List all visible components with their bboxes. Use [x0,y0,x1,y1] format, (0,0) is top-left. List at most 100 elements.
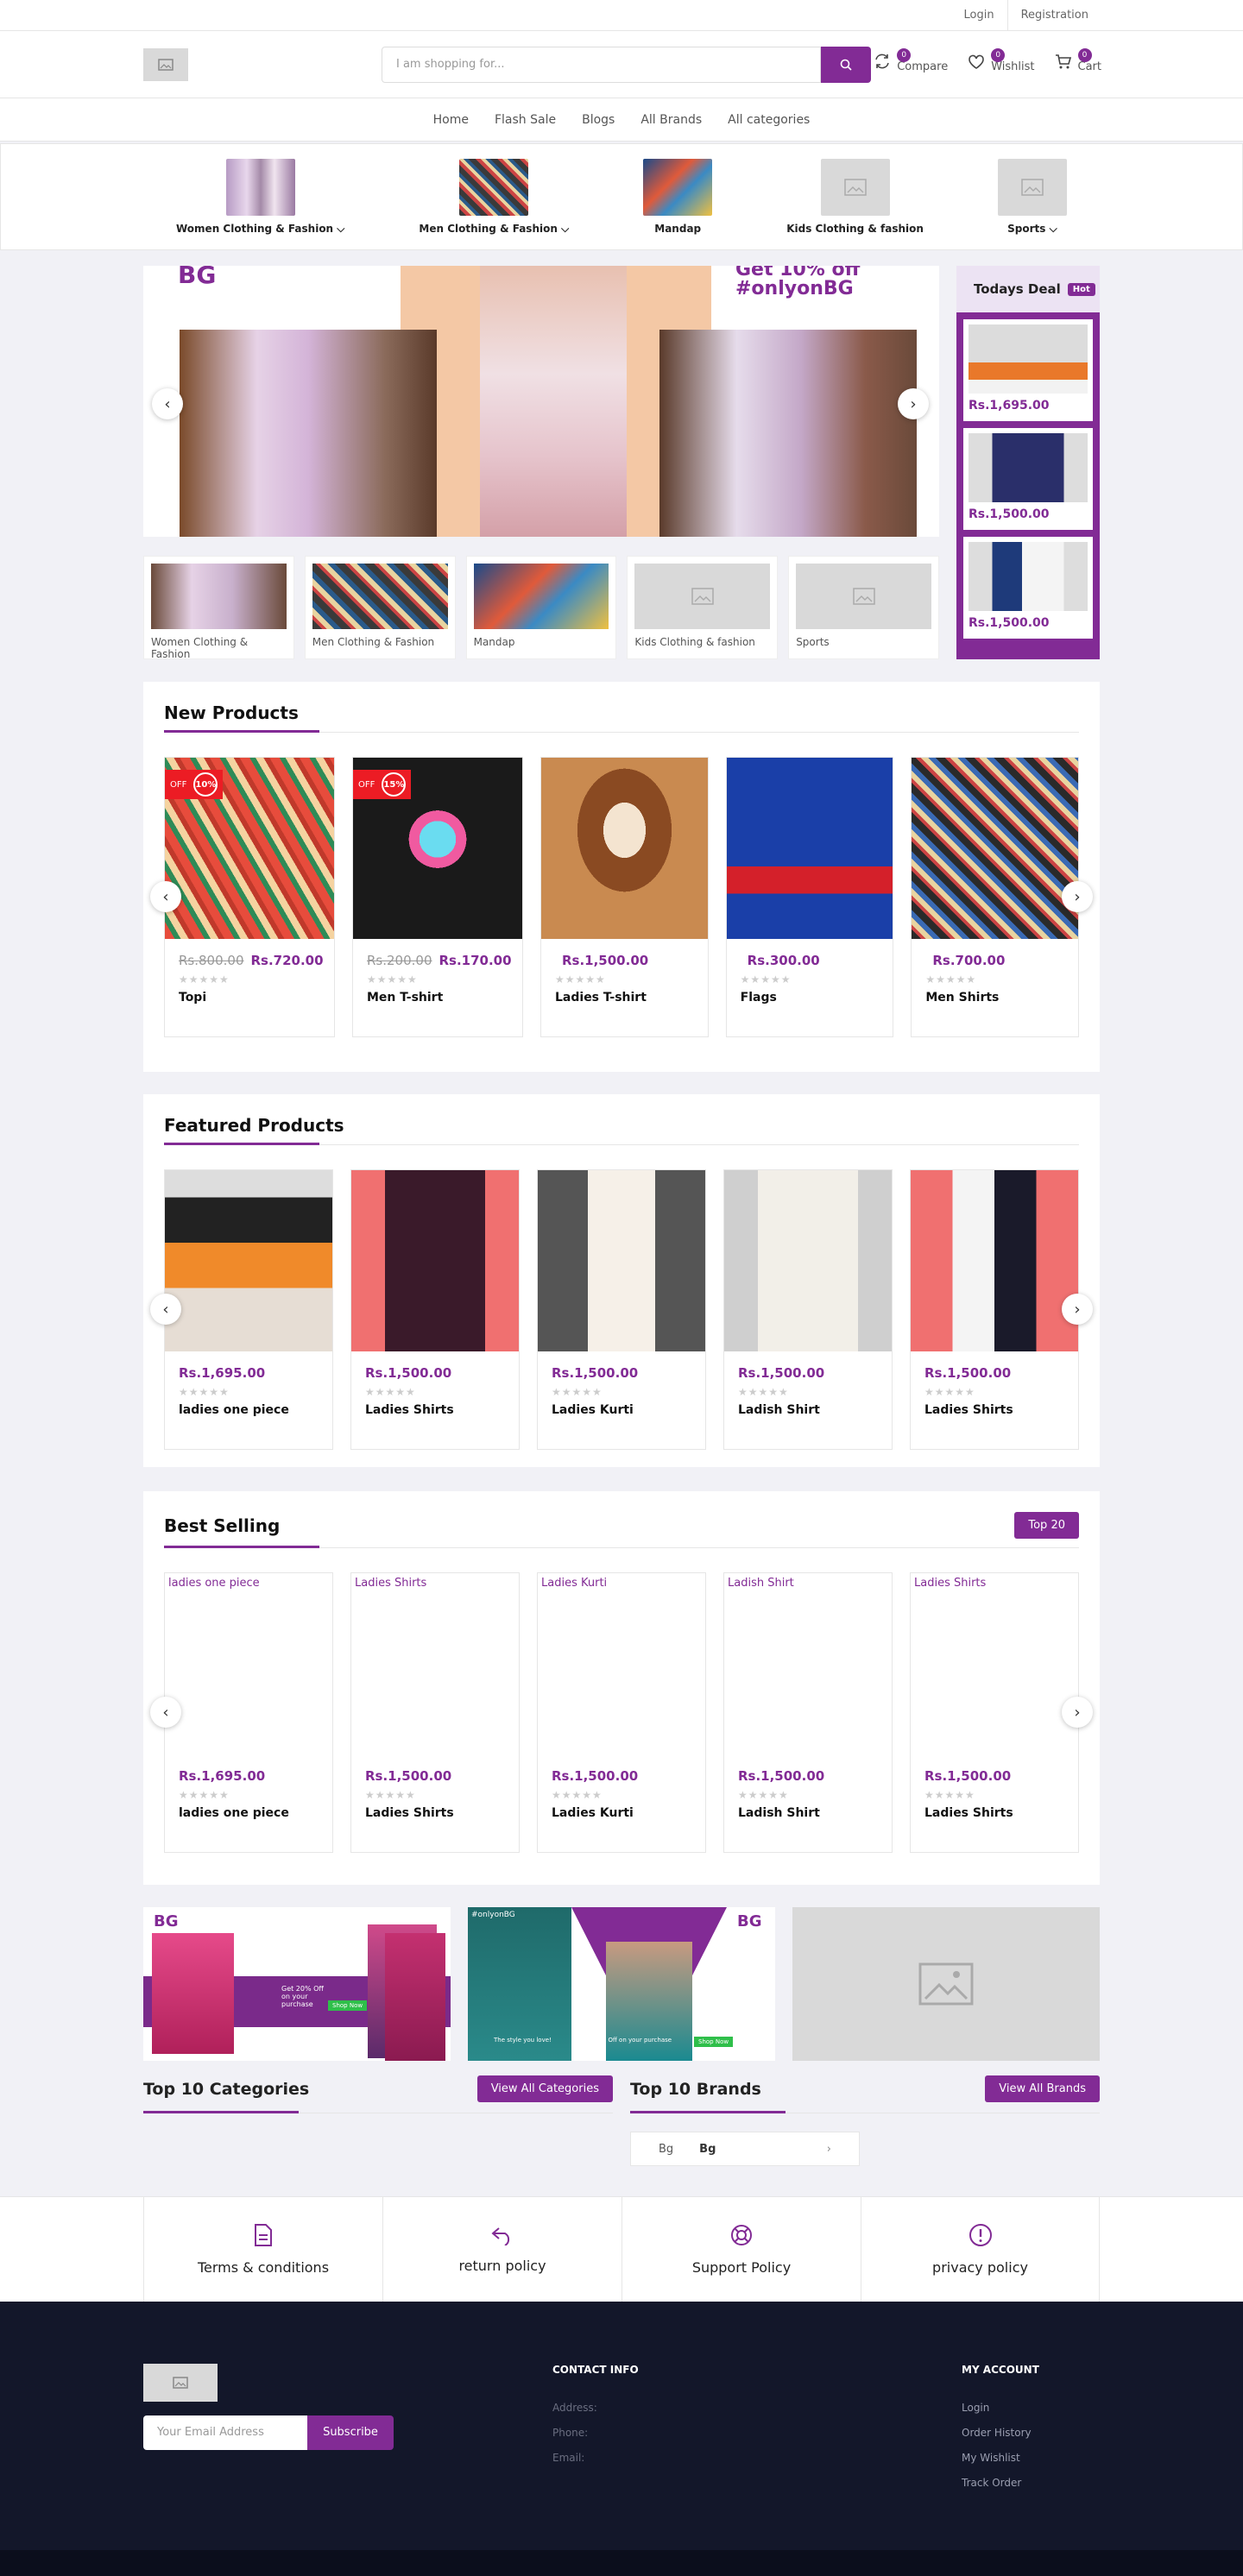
mini-category-sports[interactable]: Sports [788,556,939,659]
product-card[interactable]: Ladies Shirts Rs.1,500.00 ★★★★★ Ladies Shir… [350,1572,520,1853]
product-image [912,758,1079,939]
category-men[interactable]: Men Clothing & Fashion ⌵ [419,158,569,236]
support-policy-link[interactable]: Support Policy [622,2197,861,2302]
footer-wishlist-link[interactable]: My Wishlist [962,2452,1039,2464]
compare-button[interactable]: 0 Compare [873,48,948,73]
best-selling-section: Best Selling Top 20 ladies one piece Rs.1… [143,1491,1100,1885]
mini-category-women[interactable]: Women Clothing & Fashion [143,556,294,660]
deal-item[interactable]: Rs.1,500.00 [963,428,1093,530]
product-card[interactable]: Rs.1,500.00 ★★★★★ Ladies Shirts [350,1169,520,1450]
carousel-next-arrow[interactable]: › [1062,881,1093,912]
current-price: Rs.700.00 [932,953,1006,968]
rating-stars: ★★★★★ [179,973,230,986]
product-card[interactable]: ladies one piece Rs.1,695.00 ★★★★★ ladies o… [164,1572,333,1853]
footer-track-order-link[interactable]: Track Order [962,2477,1039,2489]
category-women[interactable]: Women Clothing & Fashion ⌵ [176,158,344,236]
product-card[interactable]: Rs.1,500.00 ★★★★★ Ladies Kurti [537,1169,706,1450]
view-all-categories-button[interactable]: View All Categories [476,2075,613,2102]
nav-all-categories[interactable]: All categories [715,113,823,127]
product-card[interactable]: OFF 10% Rs.800.00 Rs.720.00 ★★★★★ Topi [164,757,335,1037]
contact-info: CONTACT INFO Address: Phone: Email: [552,2364,639,2477]
nav-all-brands[interactable]: All Brands [628,113,715,127]
wishlist-button[interactable]: 0 Wishlist [967,48,1035,73]
site-logo[interactable] [143,48,188,81]
product-card[interactable]: Ladies Kurti Rs.1,500.00 ★★★★★ Ladies Kurti [537,1572,706,1853]
policy-label: return policy [458,2258,546,2274]
promo-banner-3[interactable] [792,1907,1100,2061]
mini-category-men[interactable]: Men Clothing & Fashion [304,556,456,659]
product-image [165,1170,332,1351]
chevron-right-icon: › [1074,1300,1081,1319]
brand-item[interactable]: Bg Bg › [630,2132,860,2166]
top-20-button[interactable]: Top 20 [1014,1512,1079,1539]
shop-now-button[interactable]: Shop Now [694,2037,734,2047]
carousel-prev-arrow[interactable]: ‹ [150,881,181,912]
product-card[interactable]: Rs.700.00 ★★★★★ Men Shirts [911,757,1080,1037]
banner-text: Get 20% Off on your purchase [281,1985,324,2008]
product-image: Ladish Shirt [724,1573,892,1754]
wishlist-label: Wishlist [991,60,1035,73]
product-price: Rs.1,500.00 [924,1365,1012,1381]
compare-label: Compare [897,60,949,73]
product-image [351,1170,519,1351]
subscribe-button[interactable]: Subscribe [307,2415,394,2450]
search-button[interactable] [821,47,871,83]
product-card[interactable]: Rs.300.00 ★★★★★ Flags [725,757,894,1037]
product-card[interactable]: Rs.1,500.00 ★★★★★ Ladies Shirts [910,1169,1079,1450]
footer-logo[interactable] [143,2364,218,2402]
contact-phone: Phone: [552,2427,589,2439]
carousel-next-arrow[interactable]: › [1062,1294,1093,1325]
deal-item[interactable]: Rs.1,500.00 [963,537,1093,639]
view-all-brands-button[interactable]: View All Brands [985,2075,1100,2102]
chevron-left-icon: ‹ [162,887,169,906]
return-policy-link[interactable]: return policy [382,2197,622,2302]
hero-prev-arrow[interactable]: ‹ [152,388,183,419]
login-link[interactable]: Login [951,0,1007,31]
cart-button[interactable]: 0 Cart [1054,48,1101,73]
search-bar: I am shopping for... [382,47,871,83]
promo-banner-1[interactable]: BG Get 20% Off on your purchase Shop Now [143,1907,451,2061]
footer-order-history-link[interactable]: Order History [962,2427,1039,2439]
newsletter-email-input[interactable]: Your Email Address [143,2415,307,2450]
product-price: Rs.200.00 Rs.170.00 [367,953,512,968]
product-card[interactable]: Ladish Shirt Rs.1,500.00 ★★★★★ Ladish Shirt [723,1572,893,1853]
category-thumb-mandap [643,159,713,216]
nav-flash-sale[interactable]: Flash Sale [482,113,569,127]
featured-products-section: Featured Products Rs.1,695.00 ★★★★★ ladies… [143,1094,1100,1467]
registration-link[interactable]: Registration [1006,0,1101,31]
product-name: ladies one piece [179,1806,289,1820]
product-name: Ladies T-shirt [555,991,647,1005]
carousel-prev-arrow[interactable]: ‹ [150,1294,181,1325]
carousel-prev-arrow[interactable]: ‹ [150,1697,181,1728]
product-info: Rs.1,500.00 ★★★★★ Ladies Shirts [351,1754,519,1820]
mini-categories: Women Clothing & Fashion Men Clothing & … [143,556,939,660]
footer-login-link[interactable]: Login [962,2402,1039,2414]
product-card[interactable]: Rs.1,500.00 ★★★★★ Ladies T-shirt [540,757,709,1037]
terms-conditions-link[interactable]: Terms & conditions [143,2197,382,2302]
shop-now-button[interactable]: Shop Now [328,2000,368,2011]
product-card[interactable]: Ladies Shirts Rs.1,500.00 ★★★★★ Ladies Shir… [910,1572,1079,1853]
banner-offer: Get 10% Off on your purchase [580,2037,672,2044]
mini-category-mandap[interactable]: Mandap [465,556,617,659]
category-sports[interactable]: Sports ⌵ [997,158,1067,236]
promo-banner-2[interactable]: #onlyonBG BG The style you love! Get 10%… [468,1907,775,2061]
product-card[interactable]: Rs.1,695.00 ★★★★★ ladies one piece [164,1169,333,1450]
hero-next-arrow[interactable]: › [898,388,929,419]
nav-blogs[interactable]: Blogs [569,113,628,127]
product-card[interactable]: Rs.1,500.00 ★★★★★ Ladish Shirt [723,1169,893,1450]
search-input[interactable]: I am shopping for... [382,47,821,83]
category-mandap[interactable]: Mandap [643,159,713,235]
hero-slider[interactable]: BG Get 10% off #onlyonBG ‹ › [143,266,939,537]
product-name: Ladies Shirts [365,1403,454,1417]
privacy-policy-link[interactable]: privacy policy [861,2197,1100,2302]
product-price: Rs.300.00 [741,953,880,968]
image-placeholder-icon [918,1962,974,2006]
product-name: Flags [740,991,777,1005]
product-card[interactable]: OFF 15% Rs.200.00 Rs.170.00 ★★★★★ Men T-shir… [352,757,523,1037]
mini-category-kids[interactable]: Kids Clothing & fashion [627,556,779,659]
carousel-next-arrow[interactable]: › [1062,1697,1093,1728]
nav-home[interactable]: Home [420,113,482,127]
deal-item[interactable]: Rs.1,695.00 [963,319,1093,421]
category-kids[interactable]: Kids Clothing & fashion [786,159,924,235]
top-brands: Top 10 Brands View All Brands [630,2075,1100,2113]
